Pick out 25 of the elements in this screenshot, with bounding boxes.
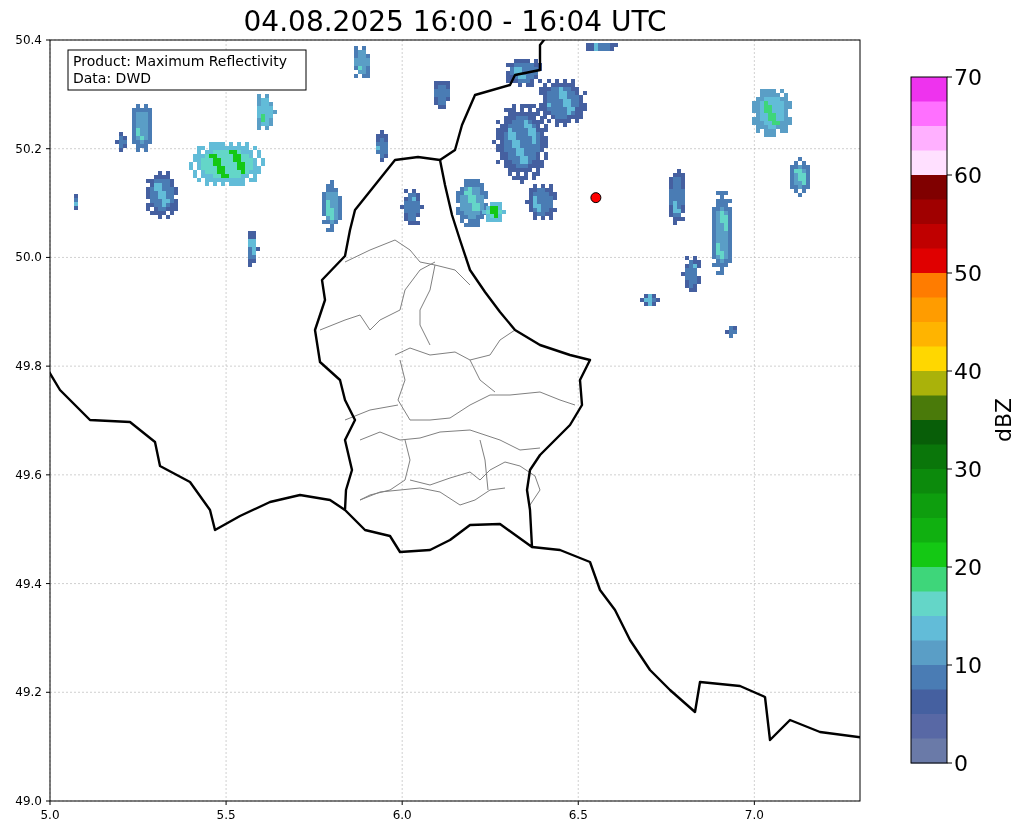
annotation-text: Product: Maximum Reflectivity [73,53,287,69]
chart-title: 04.08.2025 16:00 - 16:04 UTC [243,5,667,38]
colorbar-tick-label: 70 [954,65,982,90]
tick-label: 49.2 [15,685,42,700]
colorbar-tick-label: 50 [954,261,982,286]
tick-label: 49.0 [15,794,42,808]
tick-label: 6.5 [568,808,588,822]
colorbar-tick-label: 0 [954,751,968,776]
tick-label: 50.4 [15,33,42,47]
colorbar-tick-label: 60 [954,163,982,188]
annotation-text: Data: DWD [73,70,151,86]
colorbar-tick-label: 30 [954,457,982,482]
colorbar-tick-label: 10 [954,653,982,678]
tick-label: 5.0 [40,808,60,822]
tick-label: 49.4 [15,576,42,591]
tick-label: 49.8 [15,359,42,374]
colorbar-tick-label: 20 [954,555,982,580]
tick-label: 49.6 [15,467,42,482]
tick-label: 5.5 [216,808,236,822]
tick-label: 50.2 [15,141,42,156]
colorbar-tick-label: 40 [954,359,982,384]
tick-label: 7.0 [744,808,764,822]
tick-label: 6.0 [392,808,412,822]
tick-label: 50.0 [15,250,42,265]
colorbar-label: dBZ [991,397,1016,443]
